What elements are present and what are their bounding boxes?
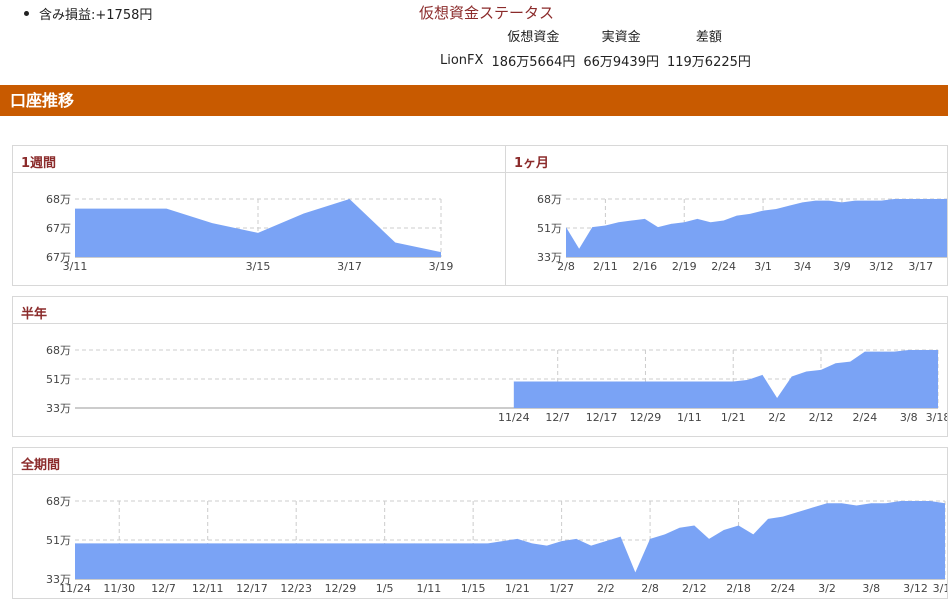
status-diff: 119万6225円	[666, 55, 751, 70]
x-tick-label: 2/11	[593, 260, 618, 273]
chart-halfyear: 68万 51万 33万 11/24 12/7 12/17 12/29 1/11 1/21 2/2 2…	[46, 344, 948, 424]
y-tick-label: 67万	[46, 222, 71, 235]
x-tick-label: 12/29	[325, 582, 357, 595]
x-tick-label: 3/8	[862, 582, 880, 595]
status-virtual: 186万5664円	[491, 55, 576, 70]
status-table: 仮想資金 実資金 差額 LionFX 186万5664円 66万9439円 11…	[436, 26, 755, 70]
x-tick-label: 3/11	[63, 260, 88, 273]
unrealized-pl-text: 含み損益:+1758円	[39, 8, 153, 23]
x-tick-label: 12/11	[192, 582, 224, 595]
x-tick-label: 2/16	[632, 260, 657, 273]
x-tick-label: 3/4	[794, 260, 812, 273]
x-tick-label: 1/11	[417, 582, 442, 595]
x-tick-label: 1/21	[721, 411, 746, 424]
status-row: LionFX 186万5664円 66万9439円 119万6225円	[436, 48, 755, 70]
x-tick-label: 3/8	[900, 411, 918, 424]
x-tick-label: 2/8	[557, 260, 575, 273]
x-tick-label: 1/21	[505, 582, 530, 595]
x-tick-label: 2/18	[726, 582, 751, 595]
x-tick-label: 11/30	[103, 582, 135, 595]
x-tick-label: 11/24	[59, 582, 91, 595]
x-tick-label: 1/11	[677, 411, 702, 424]
x-tick-label: 3/18	[933, 582, 948, 595]
bullet-icon	[24, 11, 29, 16]
x-tick-label: 3/2	[818, 582, 836, 595]
x-tick-label: 3/19	[429, 260, 454, 273]
y-tick-label: 68万	[537, 193, 562, 206]
status-broker: LionFX	[440, 53, 484, 68]
x-tick-label: 1/5	[376, 582, 394, 595]
x-tick-label: 3/9	[833, 260, 851, 273]
x-tick-label: 3/17	[908, 260, 933, 273]
x-tick-label: 1/27	[549, 582, 574, 595]
chart-all: 68万51万33万11/24 11/30 12/7 12/11 12/17 12/23 12…	[46, 495, 948, 595]
status-real: 66万9439円	[583, 55, 659, 70]
x-tick-label: 12/17	[586, 411, 618, 424]
panel-1month: 1ヶ月 68万 51万 33万 2/8 2/11 2/16 2/19 2/24 3/1 3/4 3/…	[506, 145, 948, 286]
x-tick-label: 12/7	[151, 582, 176, 595]
x-tick-label: 2/12	[682, 582, 707, 595]
y-tick-label: 33万	[46, 402, 71, 415]
x-tick-label: 3/12	[903, 582, 928, 595]
x-tick-label: 3/15	[246, 260, 271, 273]
status-col-real: 実資金	[601, 30, 641, 45]
y-tick-label: 68万	[46, 495, 71, 508]
y-tick-label: 68万	[46, 193, 71, 206]
series-area	[566, 199, 947, 257]
series-area	[75, 501, 945, 579]
panel-1week: 1週間 68万 67万 67万 3/11 3/15 3/17 3/19	[12, 145, 506, 286]
x-tick-label: 12/23	[280, 582, 312, 595]
x-tick-label: 12/7	[545, 411, 570, 424]
x-tick-label: 2/12	[809, 411, 834, 424]
x-tick-label: 3/12	[869, 260, 894, 273]
x-tick-label: 2/24	[770, 582, 795, 595]
x-tick-label: 2/24	[853, 411, 878, 424]
x-tick-label: 2/19	[672, 260, 697, 273]
status-title: 仮想資金ステータス	[419, 4, 555, 22]
x-tick-label: 2/2	[768, 411, 786, 424]
status-col-diff: 差額	[695, 30, 722, 45]
chart-1week: 68万67万67万3/11 3/15 3/17 3/19	[46, 193, 454, 273]
x-tick-label: 12/29	[630, 411, 662, 424]
x-tick-label: 3/17	[337, 260, 362, 273]
y-tick-label: 51万	[46, 534, 71, 547]
x-tick-label: 11/24	[498, 411, 530, 424]
series-area	[513, 350, 938, 408]
y-tick-label: 51万	[46, 373, 71, 386]
status-col-empty	[436, 26, 487, 48]
panel-halfyear: 半年 68万 51万 33万 11/24 12/7 12/17 12/29 1/11 1/21 2…	[12, 296, 948, 437]
x-tick-label: 2/24	[711, 260, 736, 273]
x-tick-label: 3/1	[754, 260, 772, 273]
x-tick-label: 12/17	[236, 582, 268, 595]
x-tick-label: 1/15	[461, 582, 486, 595]
section-title: 口座推移	[0, 85, 948, 116]
panel-all: 全期間 68万 51万 33万 11/24 11/30 12/7 12/11 12/17 12/…	[12, 447, 948, 599]
x-tick-label: 2/2	[597, 582, 615, 595]
y-tick-label: 68万	[46, 344, 71, 357]
status-col-virtual: 仮想資金	[507, 30, 560, 45]
y-tick-label: 51万	[537, 222, 562, 235]
x-tick-label: 3/18	[926, 411, 948, 424]
unrealized-pl: 含み損益:+1758円	[24, 4, 152, 23]
chart-1month: 68万51万33万2/8 2/11 2/16 2/19 2/24 3/1 3/4 3/9 3/1…	[537, 193, 947, 273]
x-tick-label: 2/8	[641, 582, 659, 595]
